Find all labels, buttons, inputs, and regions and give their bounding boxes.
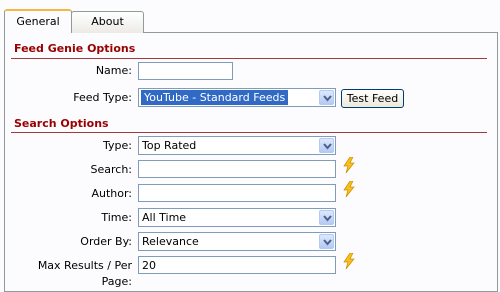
section-title-search-options: Search Options: [14, 117, 109, 130]
search-input[interactable]: [138, 160, 336, 178]
tab-about[interactable]: About: [71, 11, 144, 33]
max-results-label: Max Results / Per Page:: [37, 259, 132, 288]
chevron-down-icon[interactable]: [319, 138, 334, 153]
type-select[interactable]: Top Rated: [138, 136, 336, 155]
test-feed-button[interactable]: Test Feed: [341, 89, 404, 108]
author-input[interactable]: [138, 184, 336, 202]
name-input[interactable]: [138, 62, 233, 80]
lightning-icon[interactable]: [342, 253, 356, 269]
chevron-down-icon[interactable]: [319, 90, 334, 105]
chevron-down-icon[interactable]: [319, 210, 334, 225]
name-label: Name:: [95, 64, 132, 77]
feed-type-label: Feed Type:: [73, 91, 132, 104]
lightning-icon[interactable]: [342, 181, 356, 197]
chevron-down-icon[interactable]: [319, 234, 334, 249]
lightning-icon[interactable]: [342, 157, 356, 173]
tab-general[interactable]: General: [4, 9, 72, 33]
time-label: Time:: [101, 211, 132, 224]
order-by-label: Order By:: [80, 235, 132, 248]
time-value: All Time: [142, 211, 187, 224]
search-label: Search:: [90, 163, 133, 176]
section-divider: [11, 58, 487, 59]
type-label: Type:: [103, 139, 132, 152]
author-label: Author:: [91, 187, 132, 200]
order-by-select[interactable]: Relevance: [138, 232, 336, 251]
feed-type-value: YouTube - Standard Feeds: [141, 90, 289, 105]
time-select[interactable]: All Time: [138, 208, 336, 227]
max-results-input[interactable]: [138, 256, 336, 274]
section-title-feed-genie: Feed Genie Options: [14, 42, 136, 55]
order-by-value: Relevance: [142, 235, 199, 248]
feed-type-select[interactable]: YouTube - Standard Feeds: [138, 88, 336, 107]
section-divider: [11, 132, 487, 133]
type-value: Top Rated: [142, 139, 197, 152]
